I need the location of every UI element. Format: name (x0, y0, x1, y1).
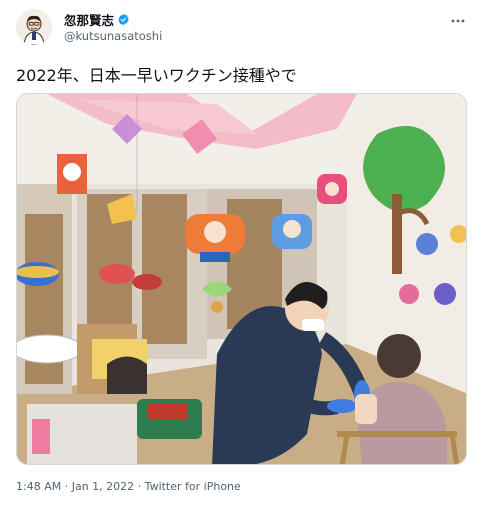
meta-separator: · (61, 480, 72, 493)
more-icon[interactable] (451, 8, 465, 27)
avatar-illustration (16, 9, 52, 45)
more-dots (451, 19, 465, 23)
meta-separator: · (134, 480, 145, 493)
display-name[interactable]: 忽那賢志 (64, 10, 114, 29)
tweet-time[interactable]: 1:48 AM (16, 480, 61, 493)
verified-badge-icon (118, 13, 129, 26)
tweet-date[interactable]: Jan 1, 2022 (72, 480, 134, 493)
avatar[interactable] (16, 9, 52, 45)
photo-vaccination-scene (17, 94, 466, 464)
tweet-photo[interactable] (16, 93, 467, 465)
tweet-source: Twitter for iPhone (144, 480, 241, 493)
user-handle[interactable]: @kutsunasatoshi (64, 29, 162, 43)
user-name-row[interactable]: 忽那賢志 (64, 10, 130, 29)
tweet-meta: 1:48 AM · Jan 1, 2022 · Twitter for iPho… (16, 480, 241, 493)
tweet-card: 忽那賢志 @kutsunasatoshi 2022年、日本一早いワクチン接種やで (0, 0, 485, 505)
tweet-text: 2022年、日本一早いワクチン接種やで (16, 66, 297, 85)
